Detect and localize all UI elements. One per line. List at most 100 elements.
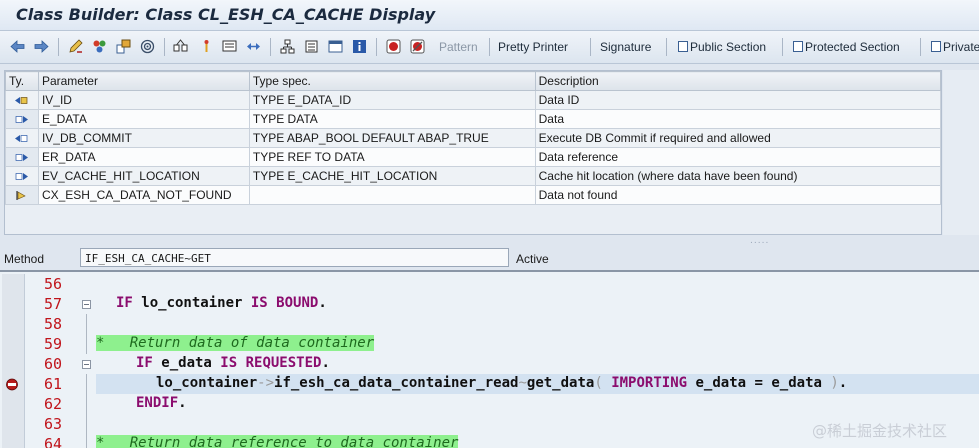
private-section-button[interactable]: Private [931, 40, 979, 54]
toolbar-separator [489, 38, 490, 56]
code-line[interactable]: 59 * Return data of data container [0, 334, 979, 354]
line-number: 64 [43, 435, 62, 448]
hierarchy-icon[interactable] [280, 39, 295, 54]
section-icon [931, 41, 941, 52]
code-text: IF e_data IS REQUESTED. [136, 355, 330, 371]
table-row[interactable]: IV_DB_COMMIT TYPE ABAP_BOOL DEFAULT ABAP… [5, 128, 942, 148]
column-header-description[interactable]: Description [534, 71, 942, 91]
row-type-spec[interactable]: TYPE DATA [248, 109, 536, 129]
fold-guide [86, 374, 87, 394]
object-list-icon[interactable] [116, 39, 131, 54]
line-number: 56 [43, 275, 62, 293]
application-toolbar: Pattern Pretty Printer Signature Public … [0, 31, 979, 64]
method-label: Method [4, 252, 45, 266]
section-icon [678, 41, 688, 52]
table-row[interactable]: EV_CACHE_HIT_LOCATION TYPE E_CACHE_HIT_L… [5, 166, 942, 186]
breakpoint-icon[interactable] [222, 39, 237, 54]
code-text: IF lo_container IS BOUND. [116, 295, 327, 311]
activate-icon[interactable] [92, 39, 107, 54]
fold-guide [86, 414, 87, 434]
row-parameter[interactable]: IV_DB_COMMIT [37, 128, 250, 148]
column-header-type-spec[interactable]: Type spec. [248, 71, 536, 91]
row-parameter[interactable]: ER_DATA [37, 147, 250, 167]
display-object-list-icon[interactable] [173, 39, 188, 54]
exporting-icon [16, 173, 29, 181]
info-icon[interactable] [352, 39, 367, 54]
column-header-parameter[interactable]: Parameter [37, 71, 250, 91]
code-comment: * Return data reference to data containe… [96, 435, 459, 448]
row-type-spec[interactable]: TYPE REF TO DATA [248, 147, 536, 167]
navigation-icon[interactable] [246, 39, 261, 54]
window-title: Class Builder: Class CL_ESH_CA_CACHE Dis… [16, 5, 436, 24]
code-line[interactable]: 60 IF e_data IS REQUESTED. [0, 354, 979, 374]
stop-icon[interactable] [386, 39, 401, 54]
importing-icon [15, 97, 28, 105]
toolbar-separator [58, 38, 59, 56]
exporting-icon [16, 116, 29, 124]
row-parameter[interactable]: CX_ESH_CA_DATA_NOT_FOUND [37, 185, 250, 205]
row-type-cell [5, 128, 39, 148]
code-line[interactable]: 58 [0, 314, 979, 334]
row-type-cell [5, 109, 39, 129]
where-used-icon[interactable] [140, 39, 155, 54]
forward-arrow-icon[interactable] [34, 39, 49, 54]
row-type-spec[interactable] [248, 185, 536, 205]
table-row[interactable]: CX_ESH_CA_DATA_NOT_FOUND Data not found [5, 185, 942, 205]
row-type-spec[interactable]: TYPE ABAP_BOOL DEFAULT ABAP_TRUE [248, 128, 536, 148]
row-description[interactable]: Execute DB Commit if required and allowe… [534, 128, 942, 148]
code-line[interactable]: 62 ENDIF. [0, 394, 979, 414]
code-line[interactable]: 57 IF lo_container IS BOUND. [0, 294, 979, 314]
row-parameter[interactable]: IV_ID [37, 90, 250, 110]
row-type-cell [5, 90, 39, 110]
row-description[interactable]: Data [534, 109, 942, 129]
fold-toggle[interactable] [82, 360, 91, 369]
pretty-printer-button[interactable]: Pretty Printer [498, 40, 568, 54]
edit-pencil-icon[interactable] [68, 39, 83, 54]
back-arrow-icon[interactable] [10, 39, 25, 54]
exporting-icon [16, 154, 29, 162]
code-line[interactable]: 56 [0, 274, 979, 294]
public-section-button[interactable]: Public Section [678, 40, 766, 54]
code-text: lo_container->if_esh_ca_data_container_r… [156, 375, 848, 391]
table-header-row: Ty. Parameter Type spec. Description [5, 71, 942, 91]
row-type-spec[interactable]: TYPE E_CACHE_HIT_LOCATION [248, 166, 536, 186]
row-parameter[interactable]: E_DATA [37, 109, 250, 129]
method-name-field[interactable]: IF_ESH_CA_CACHE~GET [80, 248, 509, 267]
parameter-table: Ty. Parameter Type spec. Description IV_… [4, 70, 942, 235]
row-description[interactable]: Data reference [534, 147, 942, 167]
method-status: Active [516, 252, 549, 266]
row-description[interactable]: Cache hit location (where data have been… [534, 166, 942, 186]
line-number: 61 [43, 375, 62, 393]
pattern-button[interactable]: Pattern [439, 40, 478, 54]
enhance-icon[interactable] [199, 39, 214, 54]
row-description[interactable]: Data ID [534, 90, 942, 110]
code-line-current[interactable]: 61 lo_container->if_esh_ca_data_containe… [0, 374, 979, 394]
protected-section-button[interactable]: Protected Section [793, 40, 900, 54]
toolbar-separator [164, 38, 165, 56]
table-row[interactable]: E_DATA TYPE DATA Data [5, 109, 942, 129]
splitter-handle[interactable]: ..... [750, 236, 769, 246]
toolbar-separator [782, 38, 783, 56]
inactive-objects-icon[interactable] [304, 39, 319, 54]
row-description[interactable]: Data not found [534, 185, 942, 205]
table-row[interactable]: IV_ID TYPE E_DATA_ID Data ID [5, 90, 942, 110]
column-header-type[interactable]: Ty. [5, 71, 39, 91]
section-icon [793, 41, 803, 52]
public-section-label: Public Section [690, 40, 767, 54]
line-number: 58 [43, 315, 62, 333]
row-parameter[interactable]: EV_CACHE_HIT_LOCATION [37, 166, 250, 186]
line-number: 60 [43, 355, 62, 373]
row-type-spec[interactable]: TYPE E_DATA_ID [248, 90, 536, 110]
toolbar-separator [920, 38, 921, 56]
fold-toggle[interactable] [82, 300, 91, 309]
line-number: 59 [43, 335, 62, 353]
protected-section-label: Protected Section [805, 40, 900, 54]
fold-guide [86, 394, 87, 414]
breakpoint-set-icon[interactable] [410, 39, 425, 54]
window-icon[interactable] [328, 39, 343, 54]
code-comment: * Return data of data container [96, 335, 375, 351]
signature-button[interactable]: Signature [600, 40, 651, 54]
table-row[interactable]: ER_DATA TYPE REF TO DATA Data reference [5, 147, 942, 167]
line-number: 63 [43, 415, 62, 433]
table-right-margin [943, 70, 979, 235]
